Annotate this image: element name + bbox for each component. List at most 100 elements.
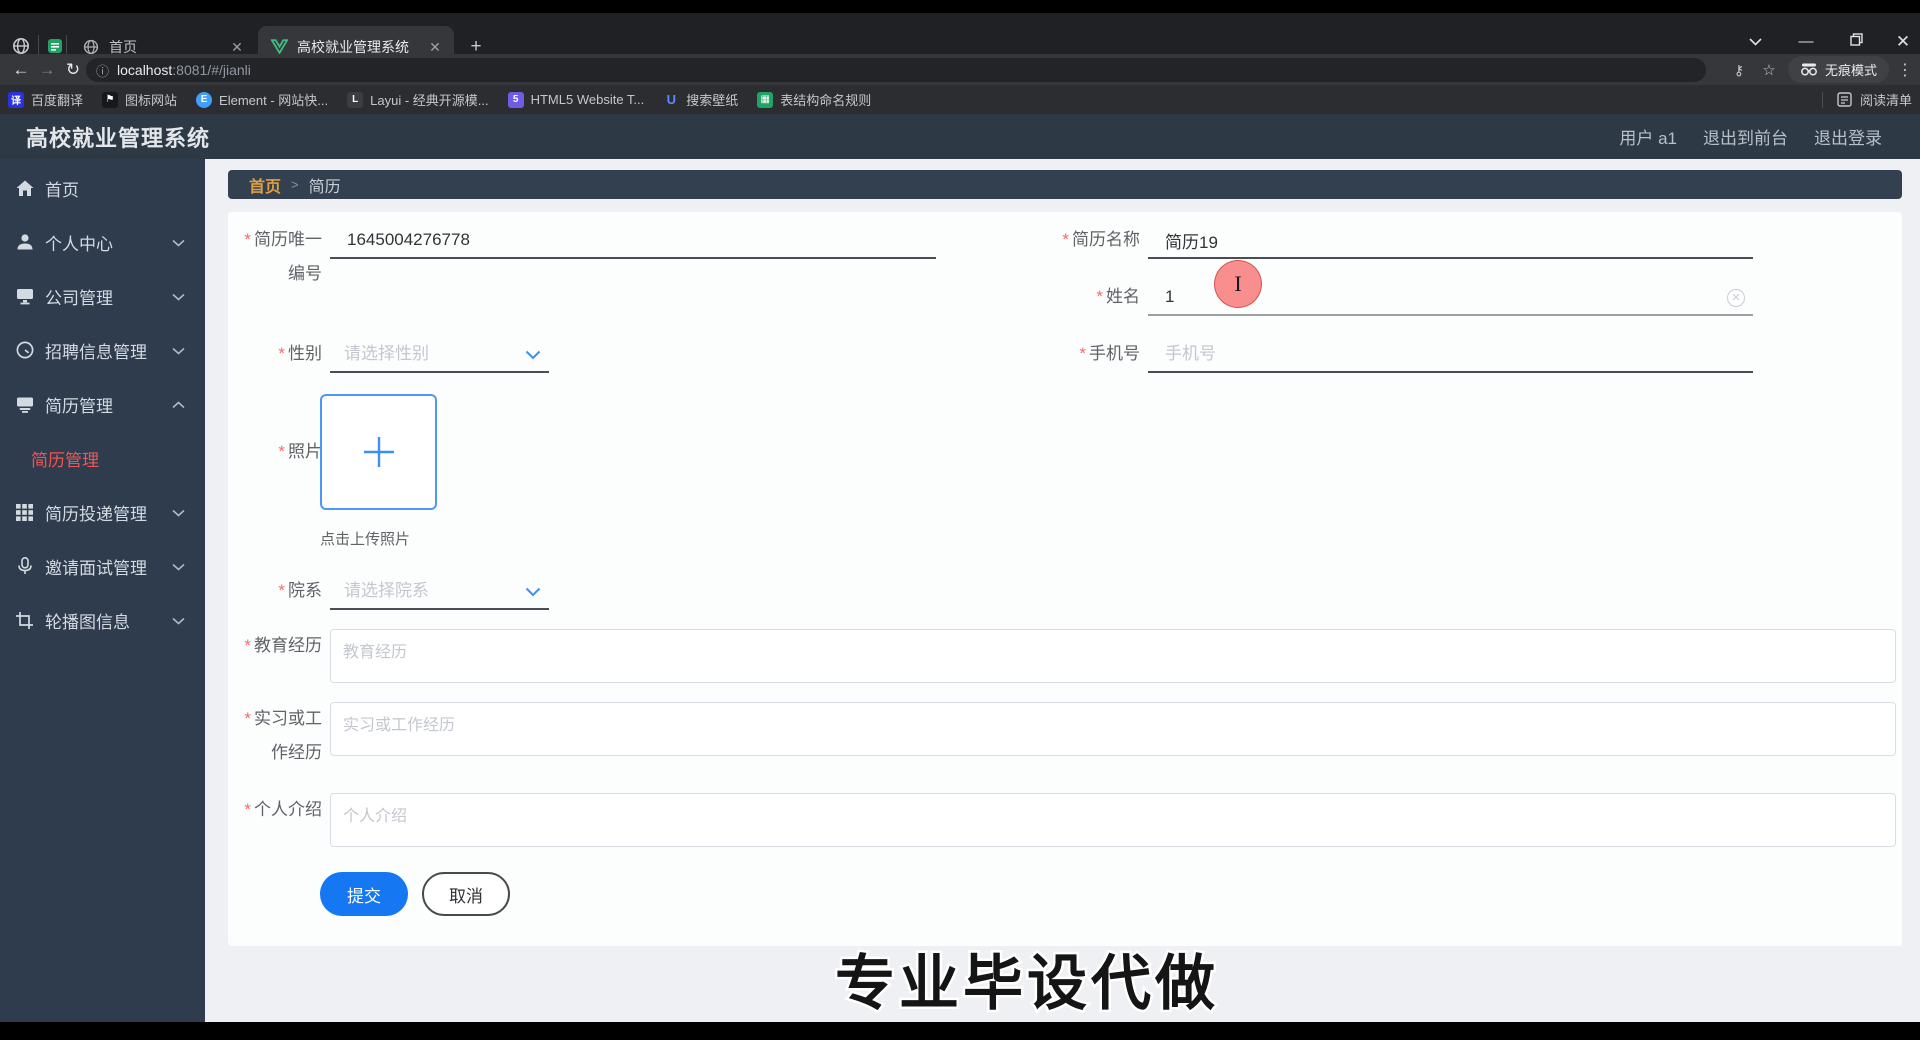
bookmark-favicon: ⚑ <box>102 91 119 108</box>
incognito-label: 无痕模式 <box>1825 63 1878 78</box>
cancel-button[interactable]: 取消 <box>422 872 510 916</box>
chevron-down-icon <box>172 502 185 522</box>
bookmark-favicon: 5 <box>507 91 524 108</box>
sidebar-item-label: 公司管理 <box>45 288 113 308</box>
browser-menu-icon[interactable]: ⋮ <box>1892 57 1918 83</box>
tab-close-button[interactable]: ✕ <box>228 38 246 56</box>
grid-icon <box>15 503 34 522</box>
sidebar-item-label: 简历投递管理 <box>45 504 147 524</box>
bookmark-star-icon[interactable]: ☆ <box>1756 57 1782 83</box>
bookmark-wallpaper[interactable]: U 搜索壁纸 <box>663 90 739 109</box>
divider <box>1821 91 1823 108</box>
sidebar-item-interview-invite-mgmt[interactable]: 邀请面试管理 <box>0 539 205 593</box>
back-button[interactable]: ← <box>8 57 34 83</box>
bookmark-favicon: E <box>196 91 213 108</box>
restore-button[interactable] <box>1843 29 1869 55</box>
field-label: * 实习或工作经历 <box>244 709 322 762</box>
user-icon <box>15 233 34 252</box>
field-label: * 照片 <box>278 442 322 461</box>
sidebar-item-recruit-info-mgmt[interactable]: 招聘信息管理 <box>0 323 205 377</box>
bookmark-icon-site[interactable]: ⚑ 图标网站 <box>102 90 177 109</box>
gauge-icon <box>15 341 34 360</box>
reading-list-button[interactable]: 阅读清单 <box>1821 85 1912 114</box>
bookmark-element[interactable]: E Element - 网站快... <box>196 90 328 109</box>
minimize-button[interactable]: — <box>1793 29 1819 55</box>
photo-upload-hint: 点击上传照片 <box>320 531 411 548</box>
reading-list-icon <box>1837 92 1852 107</box>
gender-select[interactable] <box>330 337 549 373</box>
sidebar-item-resume-mgmt[interactable]: 简历管理 <box>0 377 205 431</box>
close-window-button[interactable]: ✕ <box>1890 29 1916 55</box>
bookmark-table-naming[interactable]: ▦ 表结构命名规则 <box>757 90 871 109</box>
header-logout-link[interactable]: 退出登录 <box>1814 124 1882 149</box>
forward-button[interactable]: → <box>34 57 60 83</box>
reload-button[interactable]: ↻ <box>60 57 86 83</box>
breadcrumb-home-link[interactable]: 首页 <box>249 173 281 197</box>
url-path: :8081/#/jianli <box>172 62 251 78</box>
submit-button[interactable]: 提交 <box>320 872 408 916</box>
clear-input-icon[interactable]: ✕ <box>1727 289 1745 307</box>
browser-tabstrip: 首页 ✕ 高校就业管理系统 ✕ + — ✕ <box>0 13 1920 67</box>
field-education: * 教育经历 <box>238 629 1896 683</box>
field-label: * 院系 <box>278 581 322 600</box>
header-user-link[interactable]: 用户 a1 <box>1619 124 1677 149</box>
tab-search-chevron-icon[interactable] <box>1742 29 1768 55</box>
incognito-icon <box>1801 63 1817 76</box>
plus-icon <box>363 437 394 467</box>
address-bar[interactable]: ⓘ localhost :8081/#/jianli <box>86 58 1706 82</box>
chevron-down-icon <box>172 610 185 630</box>
tab-close-button[interactable]: ✕ <box>426 38 444 56</box>
photo-upload-box[interactable] <box>320 394 437 510</box>
microphone-icon <box>15 556 34 576</box>
globe-icon <box>82 38 100 56</box>
sidebar-item-resume-delivery-mgmt[interactable]: 简历投递管理 <box>0 485 205 539</box>
dept-select[interactable] <box>330 574 549 610</box>
bookmark-label: 图标网站 <box>125 93 178 108</box>
field-label: * 教育经历 <box>244 636 322 655</box>
resume-name-input[interactable] <box>1148 223 1753 259</box>
screen: 首页 ✕ 高校就业管理系统 ✕ + — ✕ ← → ↻ ⓘ localhost … <box>0 0 1920 1040</box>
bookmark-favicon: 译 <box>8 91 24 108</box>
bookmark-label: Layui - 经典开源模... <box>370 93 489 108</box>
field-gender: * 性别 <box>238 337 549 373</box>
field-resume-name: * 简历名称 <box>1060 223 1753 259</box>
resume-form-card: *简历唯一编号 *简历名称 *姓名 ✕ I *性别 <box>228 212 1902 946</box>
sidebar-item-company-mgmt[interactable]: 公司管理 <box>0 269 205 323</box>
sidebar-item-personal-center[interactable]: 个人中心 <box>0 215 205 269</box>
breadcrumb: 首页 > 简历 <box>228 170 1902 199</box>
intro-textarea[interactable] <box>330 793 1896 847</box>
sidebar-item-label: 首页 <box>45 180 79 200</box>
field-label: * 手机号 <box>1079 344 1140 363</box>
globe-icon <box>13 38 29 54</box>
field-name: *姓名 ✕ <box>1060 280 1753 316</box>
resume-no-input[interactable] <box>330 223 936 259</box>
sidebar-item-label: 轮播图信息 <box>45 612 130 632</box>
field-work-exp: * 实习或工作经历 <box>238 702 1896 770</box>
bookmark-favicon: ▦ <box>757 91 774 108</box>
sidebar-item-home[interactable]: 首页 <box>0 161 205 215</box>
sidebar-subitem-resume-mgmt-active[interactable]: 简历管理 <box>0 431 205 485</box>
bookmark-label: 搜索壁纸 <box>686 93 739 108</box>
bookmark-html5-template[interactable]: 5 HTML5 Website T... <box>507 91 645 108</box>
breadcrumb-separator: > <box>291 177 299 192</box>
field-resume-no: * 简历唯一编号 <box>238 223 936 291</box>
site-info-icon[interactable]: ⓘ <box>96 61 109 80</box>
bookmark-label: HTML5 Website T... <box>530 92 645 107</box>
bookmark-baidu-translate[interactable]: 译 百度翻译 <box>8 90 83 109</box>
education-textarea[interactable] <box>330 629 1896 683</box>
field-photo-label: * 照片 <box>238 435 330 469</box>
sidebar-item-label: 招聘信息管理 <box>45 342 147 362</box>
cursor-highlight: I <box>1214 260 1262 308</box>
work-exp-textarea[interactable] <box>330 702 1896 756</box>
bookmark-layui[interactable]: L Layui - 经典开源模... <box>347 90 489 109</box>
phone-input[interactable] <box>1148 337 1753 373</box>
header-exit-to-front-link[interactable]: 退出到前台 <box>1703 124 1788 149</box>
field-label: * 个人介绍 <box>244 800 322 819</box>
tab-separator <box>38 35 39 55</box>
field-label: * 简历名称 <box>1062 230 1140 249</box>
password-key-icon[interactable]: ⚷ <box>1726 57 1752 83</box>
sidebar-item-carousel-info[interactable]: 轮播图信息 <box>0 593 205 647</box>
reading-list-label: 阅读清单 <box>1859 93 1912 108</box>
bookmark-favicon: U <box>666 92 676 107</box>
home-icon <box>15 179 34 198</box>
